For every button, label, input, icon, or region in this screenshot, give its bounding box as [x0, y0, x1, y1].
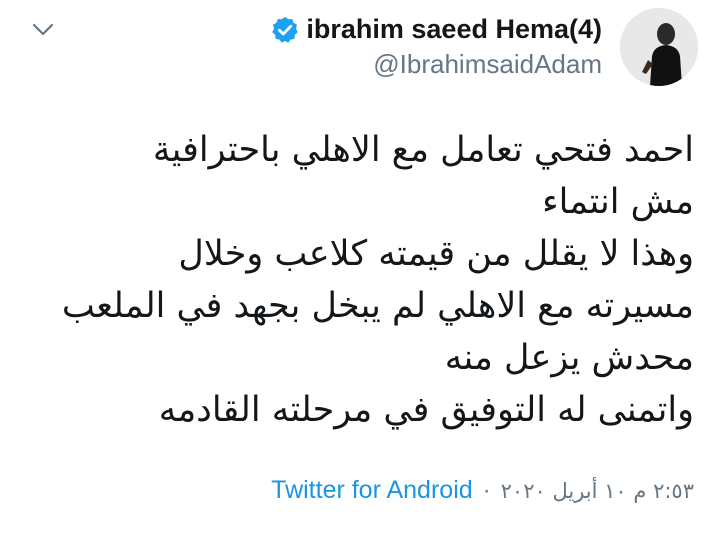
tweet-text-line: محدش يزعل منه: [444, 338, 694, 378]
chevron-down-icon[interactable]: [30, 16, 56, 42]
tweet-card: ibrahim saeed Hema(4) @IbrahimsaidAdam ا…: [0, 0, 720, 539]
tweet-footer: ٢:٥٣ م ١٠ أبريل ٢٠٢٠ · Twitter for Andro…: [271, 476, 694, 505]
author-handle[interactable]: @IbrahimsaidAdam: [373, 49, 602, 80]
avatar[interactable]: [620, 8, 698, 86]
tweet-text-line: واتمنى له التوفيق في مرحلته القادمه: [158, 390, 694, 430]
tweet-text-line: وهذا لا يقلل من قيمته كلاعب وخلال: [178, 234, 694, 274]
tweet-text-line: احمد فتحي تعامل مع الاهلي باحترافية: [152, 130, 694, 170]
tweet-text-line: مش انتماء: [542, 182, 694, 222]
footer-separator: ·: [482, 476, 491, 504]
author-name-row: ibrahim saeed Hema(4): [270, 14, 602, 45]
tweet-text-line: مسيرته مع الاهلي لم يبخل بجهد في الملعب: [61, 286, 694, 326]
verified-badge-icon: [270, 15, 300, 45]
author-display-name[interactable]: ibrahim saeed Hema(4): [306, 14, 602, 45]
tweet-header: ibrahim saeed Hema(4) @IbrahimsaidAdam: [270, 8, 698, 98]
author-info[interactable]: ibrahim saeed Hema(4) @IbrahimsaidAdam: [270, 14, 602, 80]
tweet-source-link[interactable]: Twitter for Android: [271, 476, 472, 505]
tweet-timestamp[interactable]: ٢:٥٣ م ١٠ أبريل ٢٠٢٠: [501, 479, 694, 503]
tweet-text: احمد فتحي تعامل مع الاهلي باحترافية مش ا…: [14, 124, 694, 436]
